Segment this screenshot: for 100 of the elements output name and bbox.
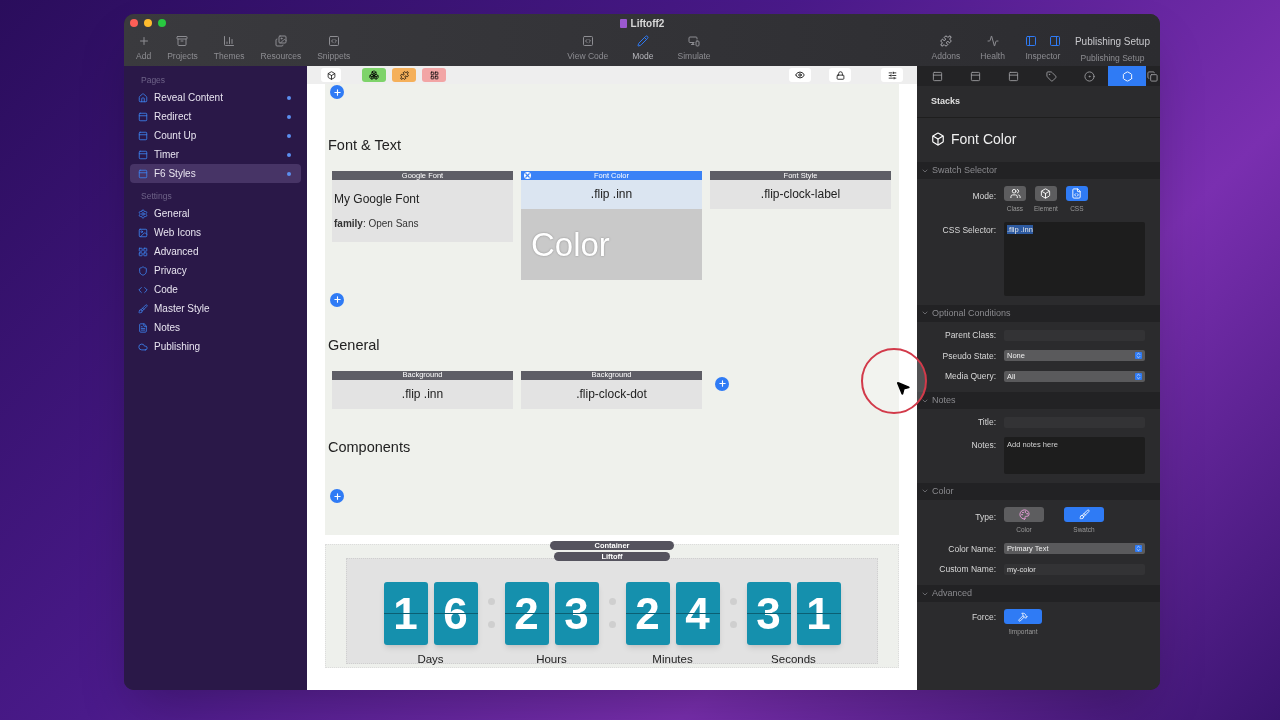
stepper-icon <box>1135 373 1142 381</box>
sidebar-item[interactable]: Count Up <box>130 126 301 145</box>
toolbar-button[interactable]: Mode <box>624 35 662 63</box>
unit-label: Minutes <box>652 652 693 667</box>
field-label: Parent Class: <box>943 328 996 342</box>
images-icon <box>274 35 287 48</box>
field-label: Custom Name: <box>938 563 996 576</box>
grid-icon <box>429 70 439 80</box>
page-icon <box>138 111 148 122</box>
card-text: .flip-clock-dot <box>576 386 647 403</box>
section-header[interactable]: Optional Conditions <box>917 304 1160 322</box>
option-button[interactable] <box>1004 186 1026 201</box>
snippet-icon <box>327 35 340 48</box>
field-label: Color Name: <box>947 542 996 556</box>
field-label: CSS Selector: <box>941 223 996 237</box>
brush-icon <box>1078 508 1090 520</box>
panels-icon <box>1024 35 1061 48</box>
toolbar-button[interactable]: Addons <box>923 35 969 63</box>
sidebar-item[interactable]: Redirect <box>130 107 301 126</box>
section-heading: Font & Text <box>328 136 403 155</box>
add-button[interactable] <box>715 376 729 391</box>
section-header[interactable]: Advanced <box>917 585 1160 602</box>
flip-digit: 2 <box>625 582 670 645</box>
toolbar-button[interactable]: Resources <box>252 35 310 63</box>
sidebar-item[interactable]: F6 Styles <box>130 164 301 183</box>
pencil-icon <box>636 35 649 48</box>
zoom-window-icon[interactable] <box>158 19 166 27</box>
stack-button[interactable] <box>362 68 386 82</box>
plus-icon <box>332 295 342 305</box>
unit-label: Days <box>417 652 444 667</box>
sidebar-item[interactable]: Publishing <box>130 337 301 356</box>
pulse-icon <box>986 35 999 48</box>
plus-icon <box>137 35 150 48</box>
option-button[interactable] <box>1004 506 1044 522</box>
inspector-tab[interactable] <box>1108 66 1146 86</box>
flip-digit: 1 <box>796 582 841 645</box>
layout-icon <box>969 70 981 82</box>
stepper-icon <box>1135 545 1142 553</box>
toolbar-button[interactable]: Health <box>972 35 1013 63</box>
inspector-title: Font Color <box>951 129 1017 149</box>
flip-digit: 3 <box>554 582 599 645</box>
archive-icon <box>176 35 189 48</box>
toolbar-button[interactable]: Inspector <box>1016 35 1069 63</box>
sidebar-item[interactable]: Code <box>130 280 301 299</box>
add-button[interactable] <box>330 85 344 99</box>
toolbar-button[interactable]: Simulate <box>669 35 719 63</box>
sidebar-item[interactable]: Timer <box>130 145 301 164</box>
lock-button[interactable] <box>829 68 851 82</box>
card-text: My Google Font <box>334 190 420 208</box>
cubes-icon <box>369 70 379 80</box>
card-text: .flip-clock-label <box>760 186 841 204</box>
toolbar-button[interactable]: Themes <box>205 35 253 63</box>
minimize-window-icon[interactable] <box>144 19 152 27</box>
plus-icon <box>717 379 727 388</box>
section-header[interactable]: Swatch Selector <box>917 162 1160 179</box>
toggle-button[interactable] <box>1004 609 1042 624</box>
sidebar-item[interactable]: Master Style <box>130 299 301 318</box>
people-icon <box>1009 188 1021 199</box>
stack-button[interactable] <box>422 68 446 82</box>
sidebar-item[interactable]: Web Icons <box>130 223 301 242</box>
option-button[interactable] <box>1034 186 1057 201</box>
sidebar-item[interactable]: Privacy <box>130 261 301 280</box>
devices-icon <box>688 35 701 48</box>
section-heading: General <box>328 335 381 355</box>
field-label: Pseudo State: <box>941 349 996 363</box>
add-button[interactable] <box>330 489 344 504</box>
window-title: Liftoff2 <box>630 16 665 31</box>
sidebar-item[interactable]: Advanced <box>130 242 301 261</box>
close-window-icon[interactable] <box>130 19 138 27</box>
toolbar-button[interactable]: Projects <box>159 35 206 63</box>
puzzle-icon <box>939 35 952 48</box>
document-icon <box>619 18 627 28</box>
panel-header: Stacks <box>931 94 961 108</box>
stack-button[interactable] <box>392 68 416 82</box>
add-button[interactable] <box>330 292 344 307</box>
flip-digit: 4 <box>675 582 720 645</box>
option-button[interactable] <box>1065 186 1088 201</box>
cloud-icon <box>138 341 148 352</box>
sliders-icon <box>887 70 897 80</box>
grid-icon <box>138 246 148 257</box>
toolbar-button[interactable]: Snippets <box>309 35 359 63</box>
option-button[interactable] <box>1064 506 1104 522</box>
toolbar-button[interactable]: Add <box>128 35 160 63</box>
preview-button[interactable] <box>789 68 811 82</box>
plus-icon <box>332 491 342 501</box>
page-icon <box>138 168 148 179</box>
flip-digit: 2 <box>504 582 549 645</box>
sidebar-item[interactable]: Reveal Content <box>130 88 301 107</box>
section-header[interactable]: Notes <box>917 392 1160 409</box>
stack-button[interactable] <box>321 68 341 82</box>
publishing-button[interactable]: Publishing Setup <box>1072 33 1152 49</box>
settings-button[interactable] <box>881 68 903 82</box>
unit-label: Seconds <box>771 652 816 667</box>
toolbar-button[interactable]: View Code <box>559 35 617 63</box>
layout-icon <box>1007 70 1019 82</box>
field-label: Force: <box>970 611 996 624</box>
sidebar-item[interactable]: General <box>130 204 301 223</box>
color-wheel-icon <box>1018 508 1030 520</box>
section-header[interactable]: Color <box>917 482 1160 500</box>
sidebar-item[interactable]: Notes <box>130 318 301 337</box>
